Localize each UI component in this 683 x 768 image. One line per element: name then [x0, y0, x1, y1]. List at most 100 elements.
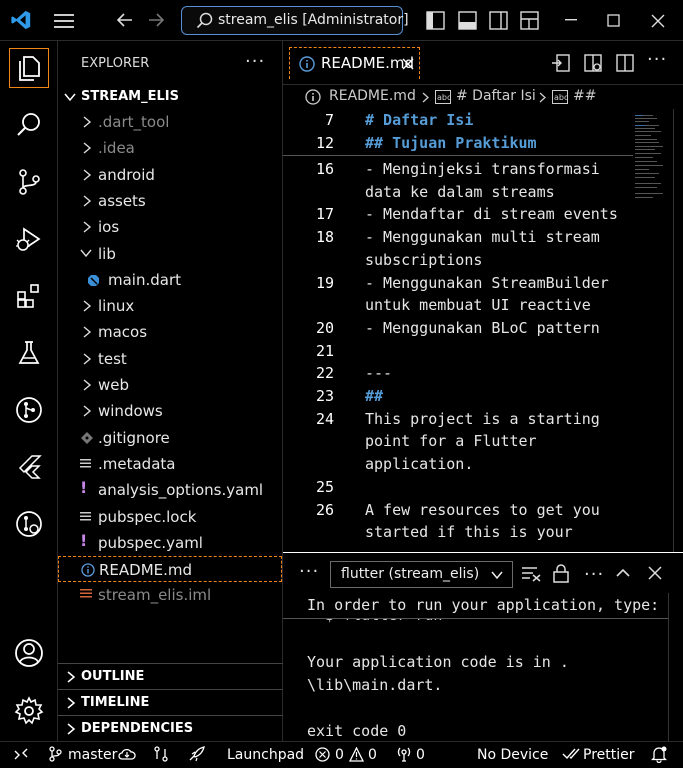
notifications-bell-icon[interactable]	[650, 745, 668, 763]
minimize-icon[interactable]	[565, 19, 579, 23]
tree-item[interactable]: linux	[58, 293, 282, 319]
toggle-panel-icon[interactable]	[458, 11, 477, 30]
terminal-more-actions[interactable]: ···	[584, 564, 604, 585]
open-preview-icon[interactable]	[583, 53, 603, 73]
back-arrow-icon[interactable]	[116, 11, 134, 29]
tree-item-label: README.md	[99, 561, 193, 580]
editor-more-actions[interactable]: ···	[647, 49, 667, 70]
panel-more-actions[interactable]: ···	[299, 561, 319, 582]
tree-item-label: .dart_tool	[98, 113, 170, 131]
info-icon	[81, 563, 95, 577]
search-view-icon[interactable]	[9, 105, 49, 145]
tree-item[interactable]: README.md	[58, 556, 282, 583]
customize-layout-icon[interactable]	[520, 11, 539, 30]
source-control-icon[interactable]	[9, 162, 49, 202]
launchpad-label[interactable]: Launchpad	[227, 747, 304, 763]
tree-item[interactable]: ios	[58, 214, 282, 240]
tree-item[interactable]: lib	[58, 241, 282, 267]
info-icon	[299, 56, 315, 72]
tree-item[interactable]: web	[58, 372, 282, 398]
maximize-icon[interactable]	[607, 14, 621, 28]
git-graph-icon[interactable]	[9, 504, 49, 544]
tree-item[interactable]: ! analysis_options.yaml	[58, 477, 282, 503]
tree-item[interactable]: test	[58, 346, 282, 372]
sticky-heading[interactable]: # Daftar Isi	[365, 111, 473, 129]
prettier-status[interactable]: Prettier	[583, 747, 635, 763]
chevron-right-icon	[82, 169, 92, 181]
forward-arrow-icon[interactable]	[147, 11, 165, 29]
close-window-icon[interactable]	[650, 13, 666, 29]
run-debug-icon[interactable]	[9, 219, 49, 259]
open-preview-to-side-icon[interactable]	[551, 53, 571, 73]
terminal-line: exit code 0	[307, 722, 407, 740]
explorer-icon[interactable]	[9, 48, 49, 88]
lock-scroll-icon[interactable]	[552, 564, 570, 584]
tree-item[interactable]: .dart_tool	[58, 109, 282, 135]
terminal-selector[interactable]: flutter (stream_elis)	[330, 561, 513, 588]
tree-item[interactable]: assets	[58, 188, 282, 214]
extensions-icon[interactable]	[9, 276, 49, 316]
tree-item-label: windows	[98, 402, 163, 421]
tree-item-label: ios	[98, 218, 120, 237]
warning-count[interactable]: 0	[368, 747, 377, 763]
menu-icon[interactable]	[54, 12, 76, 30]
ports-count[interactable]: 0	[416, 747, 425, 763]
tree-item[interactable]: ! pubspec.yaml	[58, 530, 282, 556]
remote-indicator-icon[interactable]	[14, 747, 28, 761]
editor-scrollbar[interactable]	[673, 109, 683, 552]
explorer-more-actions[interactable]: ···	[245, 51, 265, 72]
flutter-icon[interactable]	[9, 447, 49, 487]
branch-name[interactable]: master	[68, 747, 117, 763]
tree-item[interactable]: android	[58, 162, 282, 188]
tree-item[interactable]: pubspec.lock	[58, 504, 282, 530]
code-line: subscriptions	[365, 250, 483, 269]
breadcrumb-heading[interactable]: # Daftar Isi	[456, 88, 536, 104]
timeline-section[interactable]: TIMELINE	[58, 689, 283, 715]
command-center-search[interactable]: stream_elis [Administrator]	[181, 6, 409, 35]
testing-flask-icon[interactable]	[9, 333, 49, 373]
code-line: untuk membuat UI reactive	[365, 296, 591, 315]
branch-icon	[48, 746, 62, 762]
terminal-scrollbar[interactable]	[668, 593, 683, 742]
line-number: 17	[315, 205, 334, 224]
error-count[interactable]: 0	[335, 747, 344, 763]
tree-item[interactable]: .metadata	[58, 451, 282, 477]
git-compare-icon[interactable]	[153, 746, 169, 762]
maximize-panel-chevron-up-icon[interactable]	[616, 568, 630, 578]
tree-item[interactable]: windows	[58, 398, 282, 424]
tree-item[interactable]: .gitignore	[58, 425, 282, 451]
search-text: stream_elis [Administrator]	[218, 12, 409, 28]
tree-item[interactable]: main.dart	[58, 267, 282, 293]
toggle-primary-sidebar-icon[interactable]	[426, 11, 445, 30]
tab-readme[interactable]: README.md	[289, 47, 420, 79]
code-line: point for a Flutter	[365, 432, 537, 451]
dependencies-section[interactable]: DEPENDENCIES	[58, 715, 283, 741]
tree-item[interactable]: stream_elis.iml	[58, 582, 282, 608]
breadcrumb-subheading[interactable]: ##	[573, 88, 596, 104]
tree-item-label: lib	[98, 244, 116, 263]
minimap[interactable]	[633, 109, 673, 552]
tree-item[interactable]: macos	[58, 319, 282, 345]
split-editor-icon[interactable]	[615, 53, 635, 73]
sync-cloud-icon[interactable]	[118, 747, 136, 761]
sticky-heading[interactable]: ## Tujuan Praktikum	[365, 134, 537, 152]
clear-output-icon[interactable]	[521, 566, 541, 582]
accounts-icon[interactable]	[9, 633, 49, 673]
device-selector[interactable]: No Device	[477, 747, 548, 763]
chevron-right-icon	[82, 116, 92, 128]
gitlens-icon[interactable]	[9, 390, 49, 430]
toggle-secondary-sidebar-icon[interactable]	[489, 11, 508, 30]
close-tab-icon[interactable]	[402, 58, 414, 70]
warning-icon	[349, 747, 364, 762]
code-editor[interactable]: 16 - Menginjeksi transformasi data ke dala…	[283, 109, 683, 552]
line-number: 18	[315, 228, 334, 247]
workspace-folder-root[interactable]: STREAM_ELIS	[58, 86, 283, 108]
close-panel-icon[interactable]	[648, 566, 662, 580]
outline-section[interactable]: OUTLINE	[58, 663, 283, 689]
terminal-output[interactable]: $ flutter run In order to run your appli…	[283, 593, 683, 742]
breadcrumb-file[interactable]: README.md	[329, 88, 416, 104]
chevron-right-icon	[82, 142, 92, 154]
settings-gear-icon[interactable]	[9, 691, 49, 731]
line-number: 26	[315, 500, 334, 519]
tree-item[interactable]: .idea	[58, 135, 282, 161]
